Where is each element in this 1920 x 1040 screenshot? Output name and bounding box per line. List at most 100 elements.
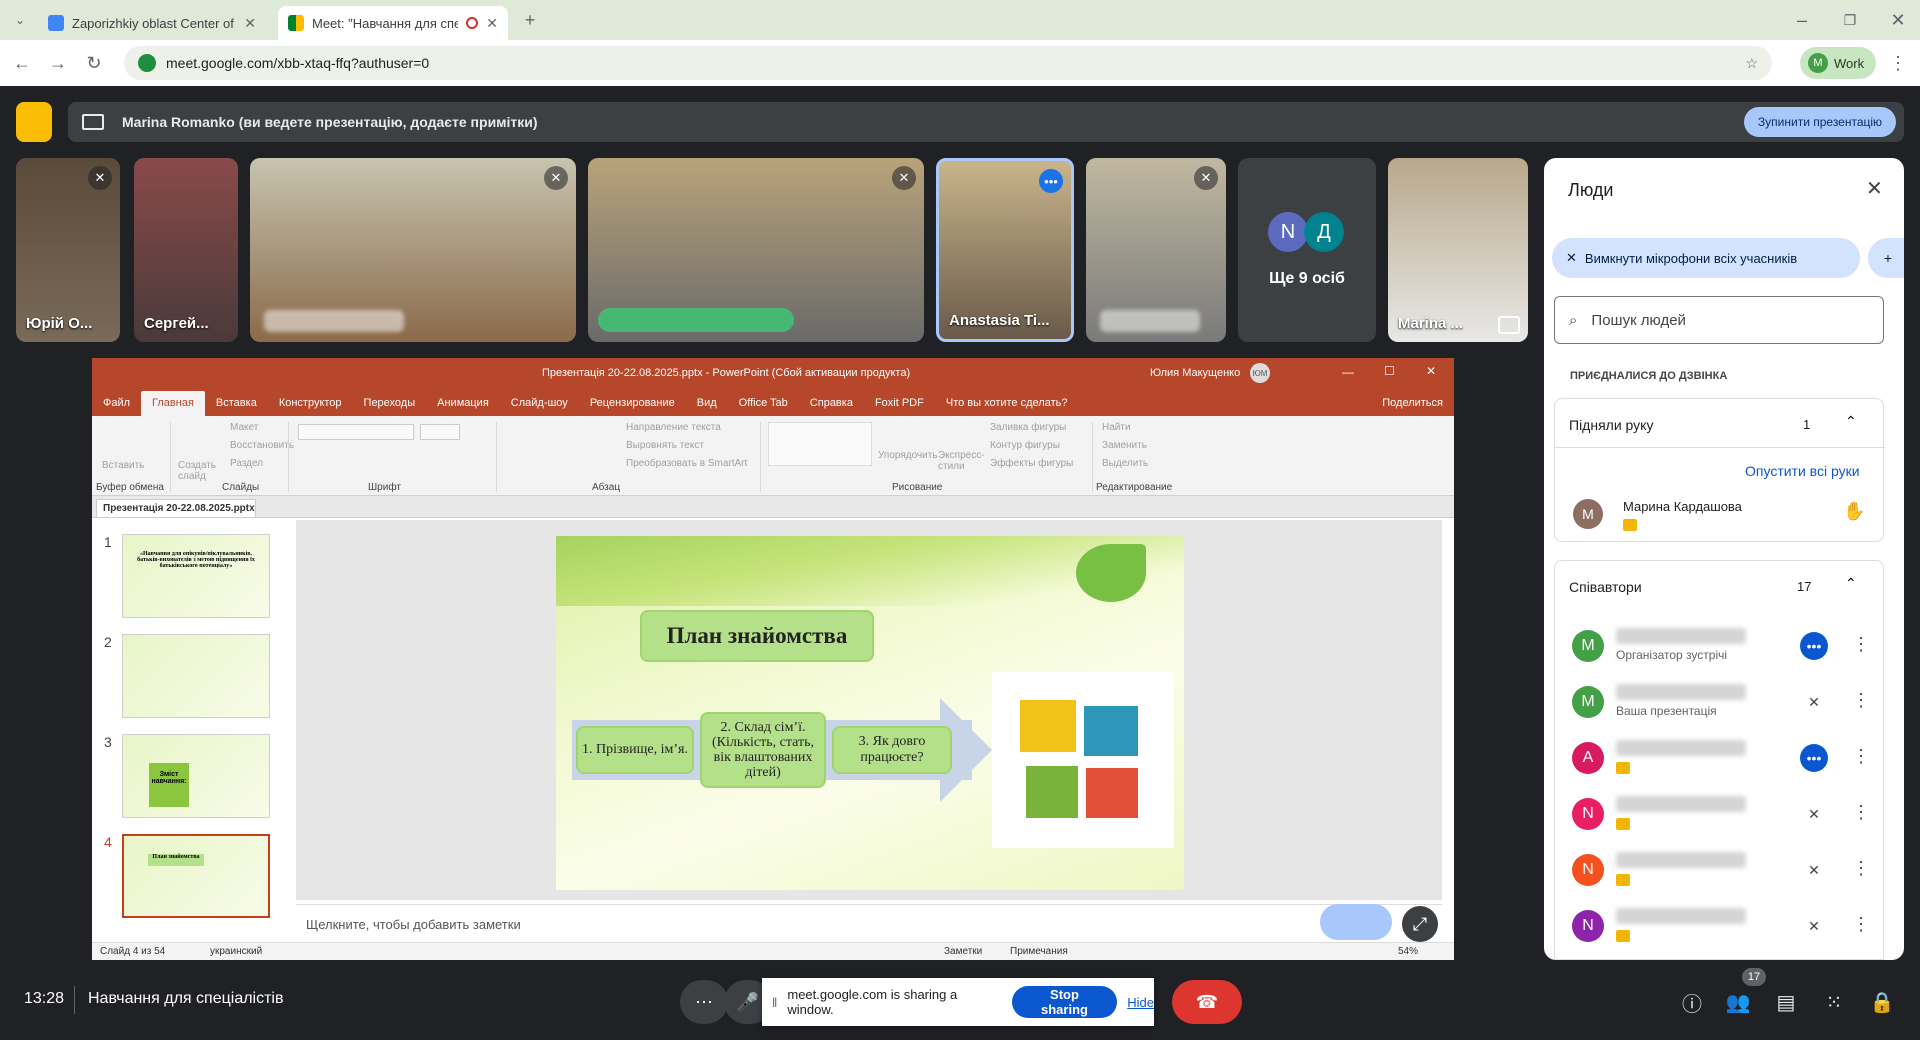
hand-icon[interactable]: ✋ xyxy=(1843,501,1865,522)
pp-tab[interactable]: Анимация xyxy=(426,397,500,416)
tab-center[interactable]: Zaporizhkiy oblast Center of So ✕ xyxy=(38,6,266,40)
layout-button[interactable]: Макет xyxy=(230,422,258,433)
chrome-menu-icon[interactable]: ⋮ xyxy=(1884,49,1912,77)
people-icon[interactable]: 👥 xyxy=(1724,988,1752,1016)
activities-icon[interactable]: ⁙ xyxy=(1820,988,1848,1016)
participant-tile[interactable]: ✕ xyxy=(588,158,924,342)
pp-tab[interactable]: Слайд-шоу xyxy=(500,397,579,416)
more-participants-tile[interactable]: N Д Ще 9 осіб xyxy=(1238,158,1376,342)
pp-tab[interactable]: Вставка xyxy=(205,397,268,416)
bookmark-star-icon[interactable]: ☆ xyxy=(1745,55,1758,72)
pp-tab[interactable]: Конструктор xyxy=(268,397,353,416)
notes-pane[interactable]: Щелкните, чтобы добавить заметки xyxy=(296,904,1442,944)
smartart-button[interactable]: Преобразовать в SmartArt xyxy=(626,458,747,469)
shape-outline-button[interactable]: Контур фигуры xyxy=(990,440,1060,451)
forward-icon[interactable]: → xyxy=(44,49,72,77)
new-slide-button[interactable]: Создать слайд xyxy=(178,460,218,482)
shape-effects-button[interactable]: Эффекты фигуры xyxy=(990,458,1073,469)
shape-fill-button[interactable]: Заливка фигуры xyxy=(990,422,1066,433)
current-slide[interactable]: План знайомства 1. Прізвище, ім’я. 2. Ск… xyxy=(556,536,1184,890)
pp-maximize-icon[interactable]: ☐ xyxy=(1384,364,1395,378)
restore-icon[interactable]: ❐ xyxy=(1836,6,1864,34)
profile-chip[interactable]: M Work xyxy=(1800,47,1876,79)
collapse-icon[interactable]: ⌃ xyxy=(1845,575,1857,592)
more-options-icon[interactable]: ⋮ xyxy=(1852,746,1870,767)
participant-row[interactable]: M Організатор зустрічі ••• ⋮ xyxy=(1560,618,1880,674)
pp-tab-home[interactable]: Главная xyxy=(141,391,205,416)
pp-share[interactable]: Поделиться xyxy=(1371,397,1454,416)
tab-search-icon[interactable]: ⌄ xyxy=(6,6,34,34)
self-tile[interactable]: Marina ... xyxy=(1388,158,1528,342)
participant-row[interactable]: N ✕ ⋮ xyxy=(1560,786,1880,842)
shapes-gallery[interactable] xyxy=(768,422,872,466)
stop-presenting-button[interactable]: Зупинити презентацію xyxy=(1744,107,1896,137)
slide-thumbnail[interactable]: «Навчання для опікунів/піклувальників, б… xyxy=(122,534,270,618)
new-tab-icon[interactable]: + xyxy=(516,6,544,34)
minimize-icon[interactable]: – xyxy=(1788,6,1816,34)
pp-tab[interactable]: Office Tab xyxy=(728,397,799,416)
participant-tile[interactable]: Сергей... xyxy=(134,158,238,342)
search-people-input[interactable]: ⌕ Пошук людей xyxy=(1554,296,1884,344)
text-direction-button[interactable]: Направление текста xyxy=(626,422,721,433)
more-options-icon[interactable]: ⋮ xyxy=(1852,914,1870,935)
pip-icon[interactable] xyxy=(1498,316,1520,334)
pp-tell-me[interactable]: Что вы хотите сделать? xyxy=(935,397,1079,416)
chat-icon[interactable]: ▤ xyxy=(1772,988,1800,1016)
tab-meet[interactable]: Meet: "Навчання для спеці ✕ xyxy=(278,6,508,40)
hide-link[interactable]: Hide xyxy=(1127,995,1154,1010)
font-size-select[interactable] xyxy=(420,424,460,440)
arrange-button[interactable]: Упорядочить xyxy=(878,450,938,461)
site-info-icon[interactable] xyxy=(138,54,156,72)
notes-toggle[interactable]: Заметки xyxy=(944,946,982,957)
find-button[interactable]: Найти xyxy=(1102,422,1131,433)
pp-tab[interactable]: Рецензирование xyxy=(579,397,686,416)
replace-button[interactable]: Заменить xyxy=(1102,440,1147,451)
address-bar[interactable]: meet.google.com/xbb-xtaq-ffq?authuser=0 … xyxy=(124,46,1772,80)
participant-row[interactable]: N ✕ ⋮ xyxy=(1560,898,1880,954)
stop-sharing-button[interactable]: Stop sharing xyxy=(1011,986,1118,1018)
back-icon[interactable]: ← xyxy=(8,49,36,77)
participant-row[interactable]: M Ваша презентація ✕ ⋮ xyxy=(1560,674,1880,730)
reload-icon[interactable]: ↻ xyxy=(80,49,108,77)
participant-tile[interactable]: ✕ xyxy=(250,158,576,342)
mute-all-button[interactable]: ✕ Вимкнути мікрофони всіх учасників xyxy=(1552,238,1860,278)
close-tab-icon[interactable]: ✕ xyxy=(486,15,498,32)
participant-row[interactable]: A ••• ⋮ xyxy=(1560,730,1880,786)
more-options-icon[interactable]: ⋮ xyxy=(1852,858,1870,879)
pp-close-icon[interactable]: ✕ xyxy=(1426,364,1436,378)
expand-icon[interactable]: ⤢ xyxy=(1402,906,1438,942)
quick-styles-button[interactable]: Экспресс-стили xyxy=(938,450,985,472)
pp-tab[interactable]: Вид xyxy=(686,397,728,416)
zoom-level[interactable]: 54% xyxy=(1398,946,1418,957)
reset-button[interactable]: Восстановить xyxy=(230,440,294,451)
participant-row[interactable]: N ✕ ⋮ xyxy=(1560,842,1880,898)
participant-tile[interactable]: ✕ Юрій О... xyxy=(16,158,120,342)
pp-minimize-icon[interactable]: — xyxy=(1342,365,1354,379)
participant-tile[interactable]: ••• Anastasia Ti... xyxy=(936,158,1074,342)
pp-tab[interactable]: Справка xyxy=(799,397,864,416)
pp-doc-tab[interactable]: Презентація 20-22.08.2025.pptx xyxy=(96,499,256,517)
section-button[interactable]: Раздел xyxy=(230,458,263,469)
annotation-toolbar-button[interactable] xyxy=(1320,904,1392,940)
paste-button[interactable]: Вставить xyxy=(102,460,144,471)
pp-tab[interactable]: Файл xyxy=(92,397,141,416)
select-button[interactable]: Выделить xyxy=(1102,458,1148,469)
close-tab-icon[interactable]: ✕ xyxy=(244,15,256,32)
slide-thumbnail-active[interactable]: План знайомства xyxy=(122,834,270,918)
pp-tab[interactable]: Переходы xyxy=(353,397,427,416)
close-panel-icon[interactable]: ✕ xyxy=(1866,176,1883,201)
slide-thumbnail[interactable] xyxy=(122,634,270,718)
host-controls-icon[interactable]: 🔒 xyxy=(1868,988,1896,1016)
more-options-icon[interactable]: ⋮ xyxy=(1852,802,1870,823)
comments-toggle[interactable]: Примечания xyxy=(1010,946,1068,957)
leave-call-button[interactable]: ☎ xyxy=(1172,980,1242,1024)
more-options-icon[interactable]: ⋮ xyxy=(1852,690,1870,711)
close-window-icon[interactable]: ✕ xyxy=(1884,6,1912,34)
collapse-icon[interactable]: ⌃ xyxy=(1845,413,1857,430)
more-options-icon[interactable]: ⋮ xyxy=(1852,634,1870,655)
pp-tab[interactable]: Foxit PDF xyxy=(864,397,935,416)
more-actions-button[interactable]: ⋯ xyxy=(680,980,728,1024)
slide-thumbnail[interactable]: Зміст навчання: xyxy=(122,734,270,818)
info-icon[interactable]: ⓘ xyxy=(1678,988,1706,1016)
font-name-select[interactable] xyxy=(298,424,414,440)
